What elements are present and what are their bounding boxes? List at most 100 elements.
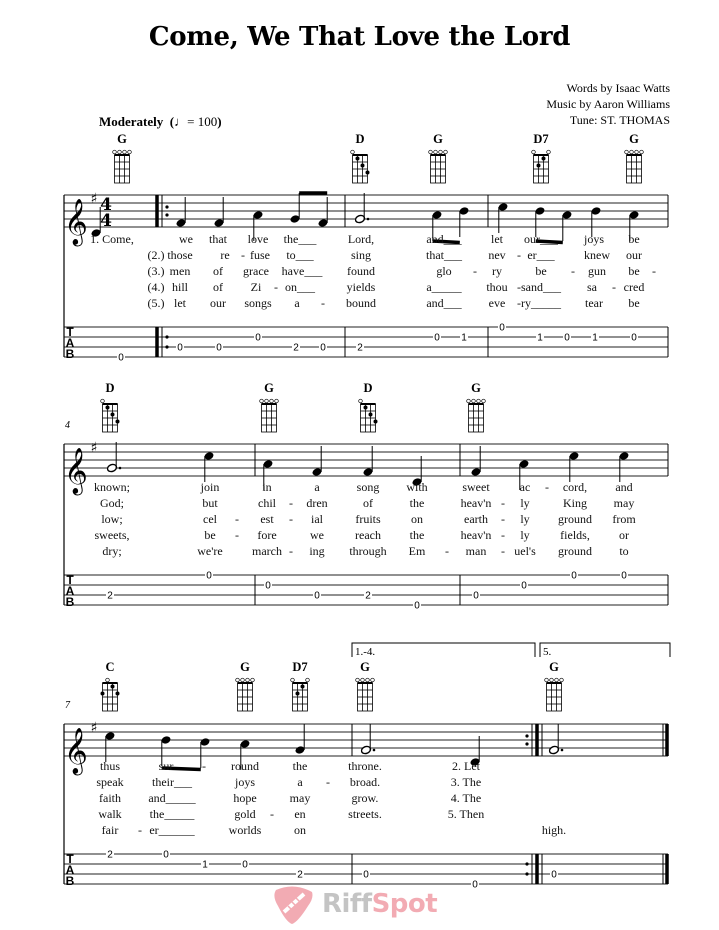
tab-fret-number: 0 [320, 343, 326, 354]
chord-g: G [355, 660, 375, 712]
lyric-syllable: sand___ [521, 280, 562, 294]
lyric-syllable: let [174, 296, 187, 310]
note [176, 197, 186, 227]
tab-fret-number: 1 [537, 333, 543, 344]
tab-fret-number: 2 [107, 850, 113, 861]
lyric-syllable: glo [436, 264, 451, 278]
note [471, 446, 481, 476]
tab-fret-number: 0 [621, 571, 627, 582]
lyric-line-verse-2: (2.) those re - fuse to___ sing that___ nev - er__… [148, 248, 643, 262]
volta-label: 1.-4. [355, 646, 375, 658]
note [318, 197, 328, 227]
system-3: 𝄞 ♯TAB7C G D7 G G1.-4. 5.thus sur - round the thron… [63, 642, 671, 891]
chord-name: G [629, 132, 639, 146]
lyric-syllable: - [501, 496, 505, 510]
finger-dot [355, 156, 360, 161]
open-string [544, 677, 549, 683]
chord-g: G [466, 381, 486, 433]
chord-g: G [235, 660, 255, 712]
dot [118, 466, 122, 470]
measure-number: 4 [65, 420, 70, 431]
treble-clef-icon: 𝄞 [64, 728, 88, 776]
chord-g: G [112, 132, 132, 184]
chord-c: C [100, 660, 120, 712]
repeat-dot [525, 862, 529, 866]
lyric-syllable: er___ [527, 248, 555, 262]
repeat-dot [525, 742, 529, 746]
lyric-syllable: the [410, 496, 425, 510]
lyric-syllable: 1. Come, [90, 232, 134, 246]
lyric-syllable: 4. The [451, 791, 481, 805]
open-string [355, 677, 360, 683]
lyric-syllable: songs [244, 296, 272, 310]
chord-g: G [259, 381, 279, 433]
lyric-syllable: en [294, 807, 305, 821]
repeat-dot [165, 335, 169, 339]
note [619, 452, 629, 482]
chord-d: D [358, 381, 378, 433]
lyric-line-verse-4: sweets, be - fore we reach the heav'n - ly fields,… [95, 528, 630, 542]
volta-label: 5. [543, 646, 552, 658]
lyric-syllable: and_____ [148, 791, 196, 805]
lyric-syllable: dry; [102, 544, 121, 558]
open-string [624, 149, 629, 155]
dot [366, 217, 370, 221]
lyric-syllable: broad. [350, 775, 380, 789]
tab-fret-number: 2 [297, 870, 303, 881]
lyric-syllable: ry_____ [521, 296, 562, 310]
lyric-syllable: have___ [282, 264, 324, 278]
lyric-syllable: yields [347, 280, 376, 294]
lyric-syllable: sweets, [95, 528, 130, 542]
lyric-syllable: our [210, 296, 226, 310]
tab-fret-number: 2 [293, 343, 299, 354]
lyric-line-verse-2: God; but chil - dren of the heav'n - ly King may [100, 496, 634, 510]
lyric-syllable: eve [489, 296, 506, 310]
finger-dot [105, 405, 110, 410]
lyric-syllable: - [235, 528, 239, 542]
riffspot-logo: RiffSpot [270, 884, 460, 926]
lyric-syllable: may [290, 791, 311, 805]
chord-name: G [360, 660, 370, 674]
lyric-syllable: those [167, 248, 192, 262]
repeat-dot [165, 213, 169, 217]
tab-fret-number: 1 [202, 860, 208, 871]
lyric-syllable: we [179, 232, 193, 246]
chord-name: D [105, 381, 114, 395]
lyric-line-verse-1: 1. Come, we that love the___ Lord, and___ let ou… [90, 232, 640, 246]
lyric-syllable: speak [96, 775, 123, 789]
lyric-syllable: our [626, 248, 642, 262]
lyric-syllable: throne. [348, 759, 382, 773]
lyric-syllable: - [289, 512, 293, 526]
chord-diagram [358, 398, 378, 433]
lyric-syllable: and___ [426, 232, 462, 246]
open-string [100, 398, 105, 404]
tab-fret-number: 2 [357, 343, 363, 354]
tab-fret-number: 0 [265, 581, 271, 592]
lyric-syllable: fuse [250, 248, 270, 262]
chord-g: G [428, 132, 448, 184]
lyric-syllable: chil [258, 496, 277, 510]
lyric-syllable: their___ [152, 775, 193, 789]
lyric-syllable: joys [583, 232, 604, 246]
lyric-syllable: fields, [560, 528, 590, 542]
lyric-syllable: 2. Let [452, 759, 481, 773]
chord-name: G [240, 660, 250, 674]
tab-fret-number: 0 [434, 333, 440, 344]
lyric-syllable: - [501, 528, 505, 542]
lyric-syllable: and___ [426, 296, 462, 310]
chord-d: D [100, 381, 120, 433]
lyric-syllable: cord, [563, 480, 587, 494]
chord-name: G [433, 132, 443, 146]
lyric-syllable: Em [409, 544, 426, 558]
lyric-syllable: er______ [149, 823, 195, 837]
lyric-syllable: - [202, 759, 206, 773]
lyric-syllable: we're [197, 544, 222, 558]
tab-fret-number: 0 [242, 860, 248, 871]
open-string [240, 677, 245, 683]
lyric-syllable: - [241, 248, 245, 262]
lyric-syllable: of [213, 280, 223, 294]
lyric-syllable: sur [159, 759, 174, 773]
lyric-syllable: - [274, 280, 278, 294]
lyric-syllable: hope [233, 791, 256, 805]
lyric-syllable: walk [98, 807, 121, 821]
